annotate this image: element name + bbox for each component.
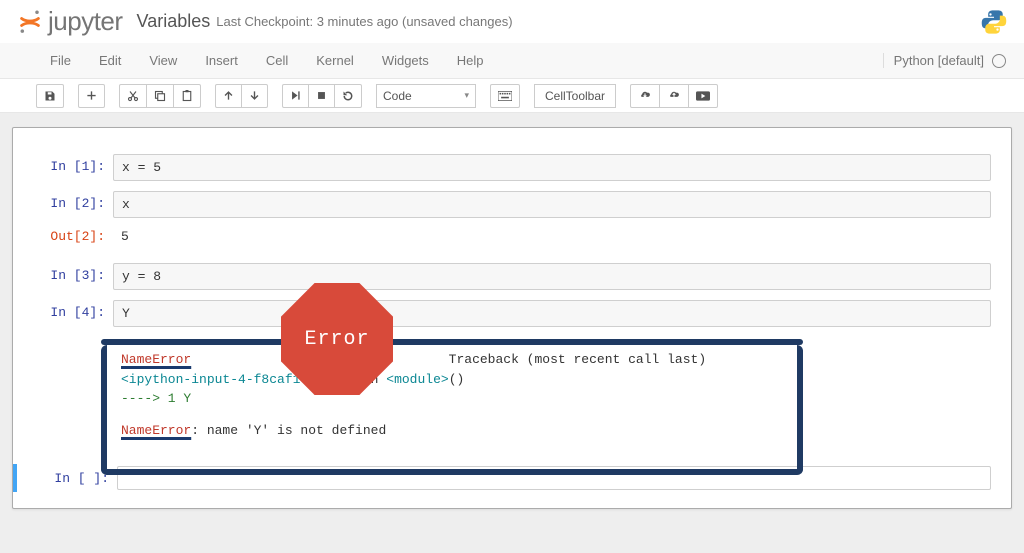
kernel-name: Python [default] (894, 53, 984, 68)
copy-button[interactable] (146, 84, 174, 108)
menu-insert[interactable]: Insert (191, 45, 252, 76)
dropdown-value: Code (383, 89, 412, 103)
interrupt-button[interactable] (308, 84, 335, 108)
code-cell[interactable]: In [4]: Y (13, 298, 1011, 329)
paste-button[interactable] (173, 84, 201, 108)
in-prompt: In [4]: (23, 300, 113, 327)
jupyter-icon (16, 8, 44, 36)
save-button[interactable] (36, 84, 64, 108)
move-down-button[interactable] (241, 84, 268, 108)
code-cell-active[interactable]: In [ ]: (13, 464, 1011, 492)
save-icon (44, 90, 56, 102)
toolbar: Code CellToolbar (0, 79, 1024, 113)
code-input[interactable]: x = 5 (113, 154, 991, 181)
run-button[interactable] (282, 84, 309, 108)
code-input[interactable] (117, 466, 991, 490)
copy-icon (154, 90, 166, 102)
error-badge-label: Error (304, 328, 369, 351)
restart-button[interactable] (334, 84, 362, 108)
cloud-download-button[interactable] (630, 84, 660, 108)
kernel-status-icon (992, 54, 1006, 68)
logo-text: jupyter (48, 6, 123, 37)
output-value: 5 (113, 224, 1001, 249)
move-up-button[interactable] (215, 84, 242, 108)
kernel-indicator[interactable]: Python [default] (883, 53, 1012, 68)
traceback-row: NameError Traceback (most recent call la… (13, 335, 1011, 452)
step-forward-icon (290, 90, 301, 101)
code-cell[interactable]: In [3]: y = 8 (13, 261, 1011, 292)
cell-type-dropdown[interactable]: Code (376, 84, 476, 108)
paste-icon (181, 90, 193, 102)
command-palette-button[interactable] (490, 84, 520, 108)
menu-file[interactable]: File (36, 45, 85, 76)
empty-prompt (23, 337, 113, 450)
add-cell-button[interactable] (78, 84, 105, 108)
code-cell[interactable]: In [1]: x = 5 (13, 152, 1011, 183)
traceback: NameError Traceback (most recent call la… (113, 337, 991, 450)
code-input[interactable]: x (113, 191, 991, 218)
restart-icon (342, 90, 354, 102)
celltoolbar-label: CellToolbar (545, 89, 605, 103)
cloud-upload-button[interactable] (659, 84, 689, 108)
traceback-arrow: ----> 1 Y (121, 389, 983, 409)
error-name-2: NameError (121, 423, 191, 438)
plus-icon (86, 90, 97, 101)
code-cell[interactable]: In [2]: x (13, 189, 1011, 220)
in-prompt: In [1]: (23, 154, 113, 181)
error-message: : name 'Y' is not defined (191, 423, 386, 438)
error-name: NameError (121, 352, 191, 367)
checkpoint-text: Last Checkpoint: 3 minutes ago (unsaved … (216, 14, 512, 29)
keyboard-icon (498, 91, 512, 101)
stop-icon (316, 90, 327, 101)
menu-widgets[interactable]: Widgets (368, 45, 443, 76)
arrow-up-icon (223, 90, 234, 101)
menu-help[interactable]: Help (443, 45, 498, 76)
menu-view[interactable]: View (135, 45, 191, 76)
menu-kernel[interactable]: Kernel (302, 45, 368, 76)
in-prompt: In [ ]: (27, 466, 117, 490)
cut-button[interactable] (119, 84, 147, 108)
play-rect-icon (696, 91, 710, 101)
python-icon (980, 8, 1008, 36)
jupyter-logo[interactable]: jupyter (16, 6, 123, 37)
traceback-header: Traceback (most recent call last) (449, 352, 706, 367)
menu-edit[interactable]: Edit (85, 45, 135, 76)
code-input[interactable]: y = 8 (113, 263, 991, 290)
code-input[interactable]: Y (113, 300, 991, 327)
output-row: Out[2]: 5 (13, 222, 1011, 251)
menu-cell[interactable]: Cell (252, 45, 302, 76)
presentation-button[interactable] (688, 84, 718, 108)
out-prompt: Out[2]: (23, 224, 113, 249)
in-prompt: In [3]: (23, 263, 113, 290)
cloud-download-icon (638, 90, 652, 101)
cut-icon (127, 90, 139, 102)
notebook-title[interactable]: Variables (137, 11, 211, 32)
arrow-down-icon (249, 90, 260, 101)
header: jupyter Variables Last Checkpoint: 3 min… (0, 0, 1024, 43)
notebook: In [1]: x = 5 In [2]: x Out[2]: 5 In [3]… (12, 127, 1012, 509)
notebook-area: In [1]: x = 5 In [2]: x Out[2]: 5 In [3]… (0, 113, 1024, 553)
menubar: File Edit View Insert Cell Kernel Widget… (0, 43, 1024, 79)
celltoolbar-button[interactable]: CellToolbar (534, 84, 616, 108)
in-prompt: In [2]: (23, 191, 113, 218)
cloud-upload-icon (667, 90, 681, 101)
